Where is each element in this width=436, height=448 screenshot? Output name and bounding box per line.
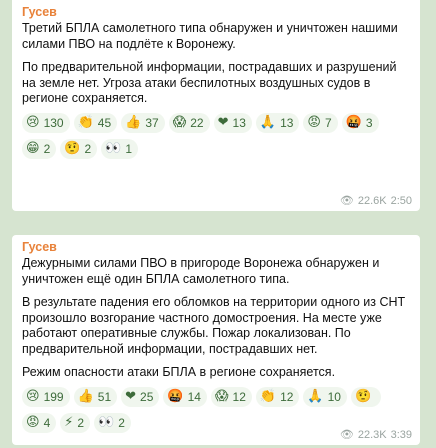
- lightning-icon: ⚡: [64, 414, 74, 430]
- screaming-face-icon: 😱: [172, 114, 187, 130]
- reaction-eyes[interactable]: 👀 2: [94, 412, 131, 433]
- reaction-count: 12: [232, 389, 246, 404]
- message-time: 3:39: [390, 428, 412, 441]
- reaction-count: 1: [125, 141, 132, 156]
- message-paragraph: По предварительной информации, пострадав…: [22, 60, 397, 105]
- reaction-screaming-face[interactable]: 😱 12: [210, 386, 252, 407]
- reaction-count: 13: [280, 115, 294, 130]
- message-meta: 👁 22.3K 3:39: [340, 428, 412, 441]
- reaction-count: 2: [77, 415, 85, 430]
- reaction-praying-hands[interactable]: 🙏 13: [255, 112, 300, 133]
- reaction-cursing-face[interactable]: 🤬 14: [163, 386, 207, 407]
- thumbs-up-icon: 👍: [125, 114, 142, 130]
- reactions-bar: 😢 130 👏 45 👍 37 😱 22 ❤ 13 🙏 13 😡 7 🤬 3 😁 2 🤨 2 👀 1: [22, 112, 410, 159]
- cursing-face-icon: 🤬: [167, 388, 184, 404]
- reaction-count: 3: [365, 115, 373, 130]
- heart-icon: ❤: [125, 388, 137, 404]
- view-count: 22.6K: [357, 194, 387, 207]
- message-time: 2:50: [390, 194, 412, 207]
- reaction-count: 51: [97, 389, 112, 404]
- raised-eyebrow-icon: 🤨: [64, 140, 81, 156]
- eyes-icon: 👀: [105, 140, 122, 156]
- reaction-count: 2: [118, 415, 125, 430]
- reactions-bar: 😢 199 👍 51 ❤ 25 🤬 14 😱 12 👏 12 🙏 10 🤨 😡 4 ⚡ 2 👀 2: [22, 386, 410, 433]
- reaction-crying-face[interactable]: 😢 199: [22, 386, 70, 407]
- reaction-lightning[interactable]: ⚡ 2: [60, 412, 91, 433]
- heart-icon: ❤: [217, 114, 229, 130]
- praying-hands-icon: 🙏: [307, 388, 324, 404]
- reaction-count: 13: [232, 115, 246, 130]
- message-paragraph: Дежурными силами ПВО в пригороде Воронеж…: [22, 256, 380, 286]
- message-card: Гусев Третий БПЛА самолетного типа обнар…: [12, 0, 420, 211]
- reaction-heart[interactable]: ❤ 25: [121, 386, 160, 407]
- eye-icon: 👁: [339, 428, 354, 441]
- reaction-clapping-hands[interactable]: 👏 45: [73, 112, 118, 133]
- message-meta: 👁 22.6K 2:50: [340, 194, 412, 207]
- message-paragraph: Третий БПЛА самолетного типа обнаружен и…: [22, 21, 398, 51]
- thumbs-up-icon: 👍: [77, 388, 94, 404]
- reaction-count: 199: [43, 389, 64, 404]
- crying-face-icon: 😢: [26, 388, 40, 404]
- reaction-praying-hands[interactable]: 🙏 10: [303, 386, 347, 407]
- reaction-crying-face[interactable]: 😢 130: [22, 112, 70, 133]
- message-author[interactable]: Гусев: [22, 4, 410, 21]
- angry-face-icon: 😡: [307, 114, 321, 130]
- praying-hands-icon: 🙏: [259, 114, 277, 130]
- cursing-face-icon: 🤬: [345, 114, 362, 130]
- reaction-angry-face[interactable]: 😡 4: [22, 412, 57, 433]
- reaction-cursing-face[interactable]: 🤬 3: [341, 112, 379, 133]
- reaction-clapping-hands[interactable]: 👏 12: [255, 386, 300, 407]
- reaction-grinning-face[interactable]: 😁 2: [22, 138, 57, 159]
- reaction-count: 10: [327, 389, 341, 404]
- reaction-heart[interactable]: ❤ 13: [213, 112, 252, 133]
- grinning-face-icon: 😁: [26, 140, 40, 156]
- reaction-thumbs-up[interactable]: 👍 37: [121, 112, 165, 133]
- message-paragraph: Режим опасности атаки БПЛА в регионе сох…: [22, 365, 336, 379]
- message-paragraph: В результате падения его обломков на тер…: [22, 295, 406, 356]
- reaction-count: 2: [43, 141, 51, 156]
- raised-eyebrow-icon: 🤨: [354, 388, 372, 404]
- reaction-count: 45: [97, 115, 112, 130]
- eyes-icon: 👀: [98, 414, 115, 430]
- reaction-eyes[interactable]: 👀 1: [101, 138, 138, 159]
- clapping-hands-icon: 👏: [259, 388, 277, 404]
- reaction-count: 12: [280, 389, 294, 404]
- reaction-raised-eyebrow[interactable]: 🤨: [350, 386, 382, 407]
- reaction-count: 130: [43, 115, 64, 130]
- reaction-count: 22: [190, 115, 204, 130]
- reaction-raised-eyebrow[interactable]: 🤨 2: [60, 138, 98, 159]
- reaction-screaming-face[interactable]: 😱 22: [168, 112, 210, 133]
- reaction-count: 37: [145, 115, 159, 130]
- angry-face-icon: 😡: [26, 414, 40, 430]
- reaction-angry-face[interactable]: 😡 7: [303, 112, 338, 133]
- reaction-thumbs-up[interactable]: 👍 51: [73, 386, 118, 407]
- view-count: 22.3K: [357, 428, 387, 441]
- clapping-hands-icon: 👏: [77, 114, 94, 130]
- message-card: Гусев Дежурными силами ПВО в пригороде В…: [12, 235, 420, 445]
- message-author[interactable]: Гусев: [22, 239, 410, 256]
- reaction-count: 2: [84, 141, 92, 156]
- reaction-count: 4: [43, 415, 51, 430]
- screaming-face-icon: 😱: [214, 388, 229, 404]
- reaction-count: 14: [187, 389, 201, 404]
- crying-face-icon: 😢: [26, 114, 40, 130]
- eye-icon: 👁: [339, 194, 354, 207]
- reaction-count: 25: [140, 389, 154, 404]
- reaction-count: 7: [324, 115, 332, 130]
